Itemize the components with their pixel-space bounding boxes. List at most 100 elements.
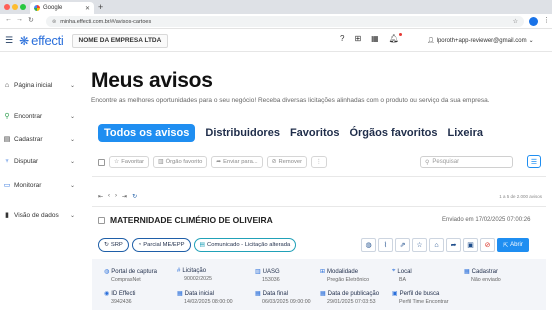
help-icon[interactable]: ?: [340, 34, 344, 43]
field-label: Data de publicação: [327, 290, 380, 297]
refresh-icon[interactable]: ↻: [132, 193, 137, 200]
external-link-icon[interactable]: ⇗: [395, 238, 410, 252]
hamburger-menu-icon[interactable]: ☰: [5, 35, 13, 46]
back-icon[interactable]: ←: [5, 16, 12, 23]
block-icon[interactable]: ⊘: [480, 238, 495, 252]
favorite-agency-button[interactable]: ▥ Órgão favorito: [153, 156, 208, 168]
sidebar-item-home[interactable]: ⌂ Página inicial ⌄: [3, 82, 75, 89]
tag-label: SRP: [110, 242, 123, 248]
chevron-down-icon: ⌄: [69, 136, 75, 143]
remove-icon: ⊘: [271, 159, 277, 165]
browser-menu-icon[interactable]: ⋮: [543, 16, 550, 24]
forward-icon[interactable]: →: [16, 16, 23, 23]
user-menu[interactable]: 👤︎ lporoth+app-reviewer@gmail.com ⌄: [427, 37, 534, 45]
previous-page-icon[interactable]: ‹: [108, 193, 110, 199]
sidebar-item-label: Encontrar: [14, 112, 43, 120]
favorite-button[interactable]: ☆ Favoritar: [109, 156, 150, 168]
star-icon[interactable]: ☆: [412, 238, 427, 252]
sidebar-item-encontrar[interactable]: ⚲ Encontrar ⌄: [3, 112, 75, 121]
building-icon: ▥: [158, 159, 164, 165]
tab-distribuidores[interactable]: Distribuidores: [205, 127, 280, 139]
archive-icon[interactable]: ▣: [463, 238, 478, 252]
filter-button[interactable]: ☰: [527, 155, 541, 168]
send-to-button[interactable]: ➦ Enviar para...: [211, 156, 263, 168]
notice-tabs: Todos os avisos Distribuidores Favoritos…: [98, 124, 483, 142]
search-icon: ⚲: [425, 159, 430, 166]
sidebar-item-monitorar[interactable]: ▭ Monitorar ⌄: [3, 181, 75, 190]
filter-icon: ☰: [530, 158, 538, 166]
close-tab-icon[interactable]: ✕: [85, 5, 90, 12]
effecti-logo[interactable]: ❋ effecti: [19, 33, 64, 48]
next-page-icon[interactable]: ›: [115, 193, 117, 199]
field-portal: ◍ Portal de captura ComprasNet: [104, 268, 157, 284]
search-input[interactable]: ⚲ Pesquisar: [420, 156, 513, 168]
field-data-final: ▦ Data final 06/03/2025 09:00:00: [255, 290, 311, 306]
field-data-inicial: ▦ Data inicial 14/02/2025 08:00:00: [177, 290, 233, 306]
first-page-icon[interactable]: ⇤: [98, 193, 103, 200]
tag-parcial-me-epp[interactable]: ◔ Parcial ME/EPP: [131, 238, 191, 252]
tab-favoritos[interactable]: Favoritos: [290, 127, 340, 139]
tab-todos-os-avisos[interactable]: Todos os avisos: [98, 124, 196, 142]
user-icon: 👤︎: [427, 38, 435, 44]
field-value: BA: [399, 277, 407, 283]
site-info-icon[interactable]: ⊜: [52, 19, 56, 25]
page-subtitle: Encontre as melhores oportunidades para …: [91, 97, 490, 104]
field-value: 06/03/2025 09:00:00: [262, 299, 311, 305]
sidebar-item-visao-de-dados[interactable]: ▮ Visão de dados ⌄: [3, 211, 75, 220]
reload-icon[interactable]: ↻: [28, 16, 34, 24]
notice-checkbox[interactable]: [98, 216, 105, 224]
remove-button[interactable]: ⊘ Remover: [266, 156, 308, 168]
more-options-button[interactable]: ⋮: [311, 156, 327, 168]
chevron-down-icon: ⌄: [69, 212, 75, 219]
notifications-icon[interactable]: 🔔︎: [389, 33, 402, 43]
open-button[interactable]: ⇱ Abrir: [497, 238, 529, 252]
close-window-button[interactable]: [4, 4, 10, 10]
company-selector[interactable]: NOME DA EMPRESA LTDA: [71, 33, 169, 48]
send-to-label: Enviar para...: [223, 159, 258, 165]
field-perfil-busca: ▣ Perfil de busca Perfil Time Encontrar: [392, 290, 448, 306]
send-icon: ➦: [216, 159, 222, 165]
tag-icon: ◔: [137, 242, 142, 248]
share-icon[interactable]: ➦: [446, 238, 461, 252]
browser-profile-avatar[interactable]: [529, 17, 538, 26]
notice-title[interactable]: MATERNIDADE CLIMÉRIO DE OLIVEIRA: [110, 215, 273, 225]
more-vertical-icon: ⋮: [316, 159, 322, 165]
tag-label: Comunicado - Licitação alterada: [207, 242, 291, 248]
pin-icon: ⌖: [392, 268, 396, 274]
sidebar-item-label: Cadastrar: [14, 135, 43, 143]
bookmark-star-icon[interactable]: ☆: [513, 18, 518, 25]
hash-icon: #: [177, 268, 181, 274]
last-page-icon[interactable]: ⇥: [122, 193, 127, 200]
field-label: Data final: [262, 290, 289, 297]
tag-comunicado[interactable]: ▤ Comunicado - Licitação alterada: [193, 238, 297, 252]
notice-actions: ◍ ⌇ ⇗ ☆ ⌂ ➦ ▣ ⊘ ⇱ Abrir: [361, 238, 529, 252]
dashboard-icon[interactable]: ▦: [371, 34, 379, 43]
sidebar-item-disputar[interactable]: ♆ Disputar ⌄: [3, 158, 75, 165]
notification-badge: [398, 33, 402, 36]
header-icons: ? ⊞ ▦ 🔔︎: [340, 33, 402, 43]
maximize-window-button[interactable]: [20, 4, 26, 10]
attachment-icon[interactable]: ⌇: [378, 238, 393, 252]
favorite-agency-label: Órgão favorito: [165, 159, 203, 165]
field-value: ComprasNet: [111, 277, 141, 283]
tab-orgaos-favoritos[interactable]: Órgãos favoritos: [349, 127, 437, 139]
globe-icon[interactable]: ◍: [361, 238, 376, 252]
field-uasg: ▥ UASG 153036: [255, 268, 280, 284]
open-icon: ⇱: [503, 242, 509, 249]
bulk-toolbar: ☆ Favoritar ▥ Órgão favorito ➦ Enviar pa…: [98, 153, 546, 171]
new-tab-icon[interactable]: +: [98, 2, 103, 12]
url-field[interactable]: ⊜ minha.effecti.com.br/#/avisos-cartoes …: [46, 16, 524, 27]
grid-apps-icon[interactable]: ⊞: [354, 34, 361, 43]
sidebar-item-cadastrar[interactable]: ▤ Cadastrar ⌄: [3, 135, 75, 144]
browser-tab[interactable]: Google ✕: [30, 2, 94, 14]
select-all-checkbox[interactable]: [98, 158, 105, 166]
document-icon: ▤: [199, 242, 206, 248]
tab-lixeira[interactable]: Lixeira: [448, 127, 483, 139]
notice-card-header: MATERNIDADE CLIMÉRIO DE OLIVEIRA: [98, 215, 273, 225]
field-value: 90002/2025: [184, 276, 212, 282]
agency-icon[interactable]: ⌂: [429, 238, 444, 252]
minimize-window-button[interactable]: [12, 4, 18, 10]
tag-srp[interactable]: ↻ SRP: [98, 238, 129, 252]
main-content: Meus avisos Encontre as melhores oportun…: [78, 52, 552, 310]
field-label: Cadastrar: [471, 268, 499, 275]
